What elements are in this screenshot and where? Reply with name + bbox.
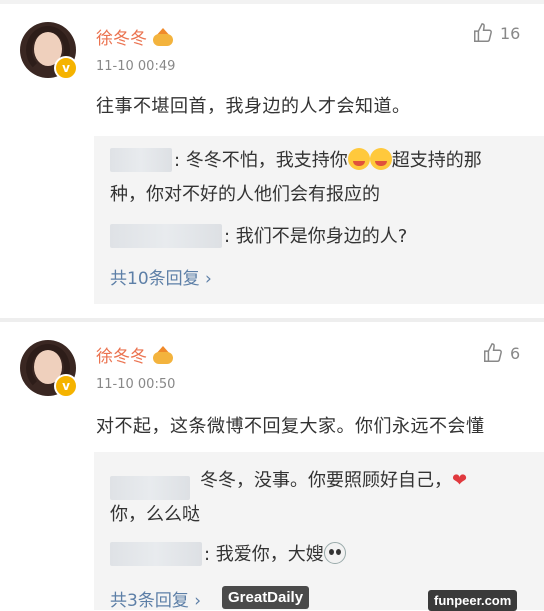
comment-text: 对不起，这条微博不回复大家。你们永远不会懂 [96,416,485,437]
kiss-emoji-icon [369,148,392,170]
timestamp: 11-10 00:49 [96,59,176,74]
like-button[interactable]: 6 [482,342,520,364]
username[interactable]: 徐冬冬 [96,24,173,49]
comment-item: v 徐冬冬 11-10 00:50 6 对不起，这条微博不回复大家。你们永远不会… [0,322,544,611]
blurred-username [110,224,222,248]
avatar[interactable]: v [20,22,78,80]
reply-box: : 冬冬不怕，我支持你 超支持的那 种，你对不好的人他们会有报应的 : 我们不是你… [94,136,544,304]
timestamp: 11-10 00:50 [96,377,176,392]
reply-text-line2: 种，你对不好的人他们会有报应的 [110,184,380,205]
kiss-emoji-icon [347,148,370,170]
username-text[interactable]: 徐冬冬 [96,29,147,49]
reply-text: : 我们不是你身边的人? [224,226,408,247]
reply-line: 冬冬，没事。你要照顾好自己，❤ [200,466,467,496]
comment-text: 往事不堪回首，我身边的人才会知道。 [96,96,411,117]
comment-item: v 徐冬冬 11-10 00:49 16 往事不堪回首，我身边的人才会知道。 :… [0,0,544,318]
like-count: 6 [510,343,521,363]
reply-line: : 冬冬不怕，我支持你 超支持的那 [174,146,482,176]
reply-box: 冬冬，没事。你要照顾好自己，❤ 你，么么哒 : 我爱你，大嫂 共3条回复 › [94,452,544,611]
username[interactable]: 徐冬冬 [96,342,173,367]
reply-text-cont: 超支持的那 [391,150,482,171]
panda-emoji-icon [323,542,346,564]
vip-crown-icon [153,28,173,46]
username-text[interactable]: 徐冬冬 [96,347,147,367]
reply-line: : 我爱你，大嫂 [204,540,346,570]
thumbs-up-icon [474,23,492,42]
verified-badge-icon: v [54,374,78,398]
more-replies-link[interactable]: 共10条回复 › [110,264,212,289]
thumbs-up-icon [484,343,502,362]
reply-text-line2: 你，么么哒 [110,504,200,525]
watermark-greatdaily: GreatDaily [222,586,310,609]
blurred-username [110,148,172,172]
blurred-username [110,476,190,500]
like-button[interactable]: 16 [472,22,520,44]
watermark-funpeer: funpeer.com [428,590,518,611]
verified-badge-icon: v [54,56,78,80]
reply-text: 冬冬，没事。你要照顾好自己， [200,470,452,491]
like-count: 16 [500,23,521,43]
reply-text: : 我爱你，大嫂 [204,544,324,565]
reply-text: : 冬冬不怕，我支持你 [174,150,348,171]
vip-crown-icon [153,346,173,364]
blurred-username [110,542,202,566]
heart-icon: ❤ [452,470,468,491]
avatar[interactable]: v [20,340,78,398]
more-replies-link[interactable]: 共3条回复 › [110,586,201,611]
